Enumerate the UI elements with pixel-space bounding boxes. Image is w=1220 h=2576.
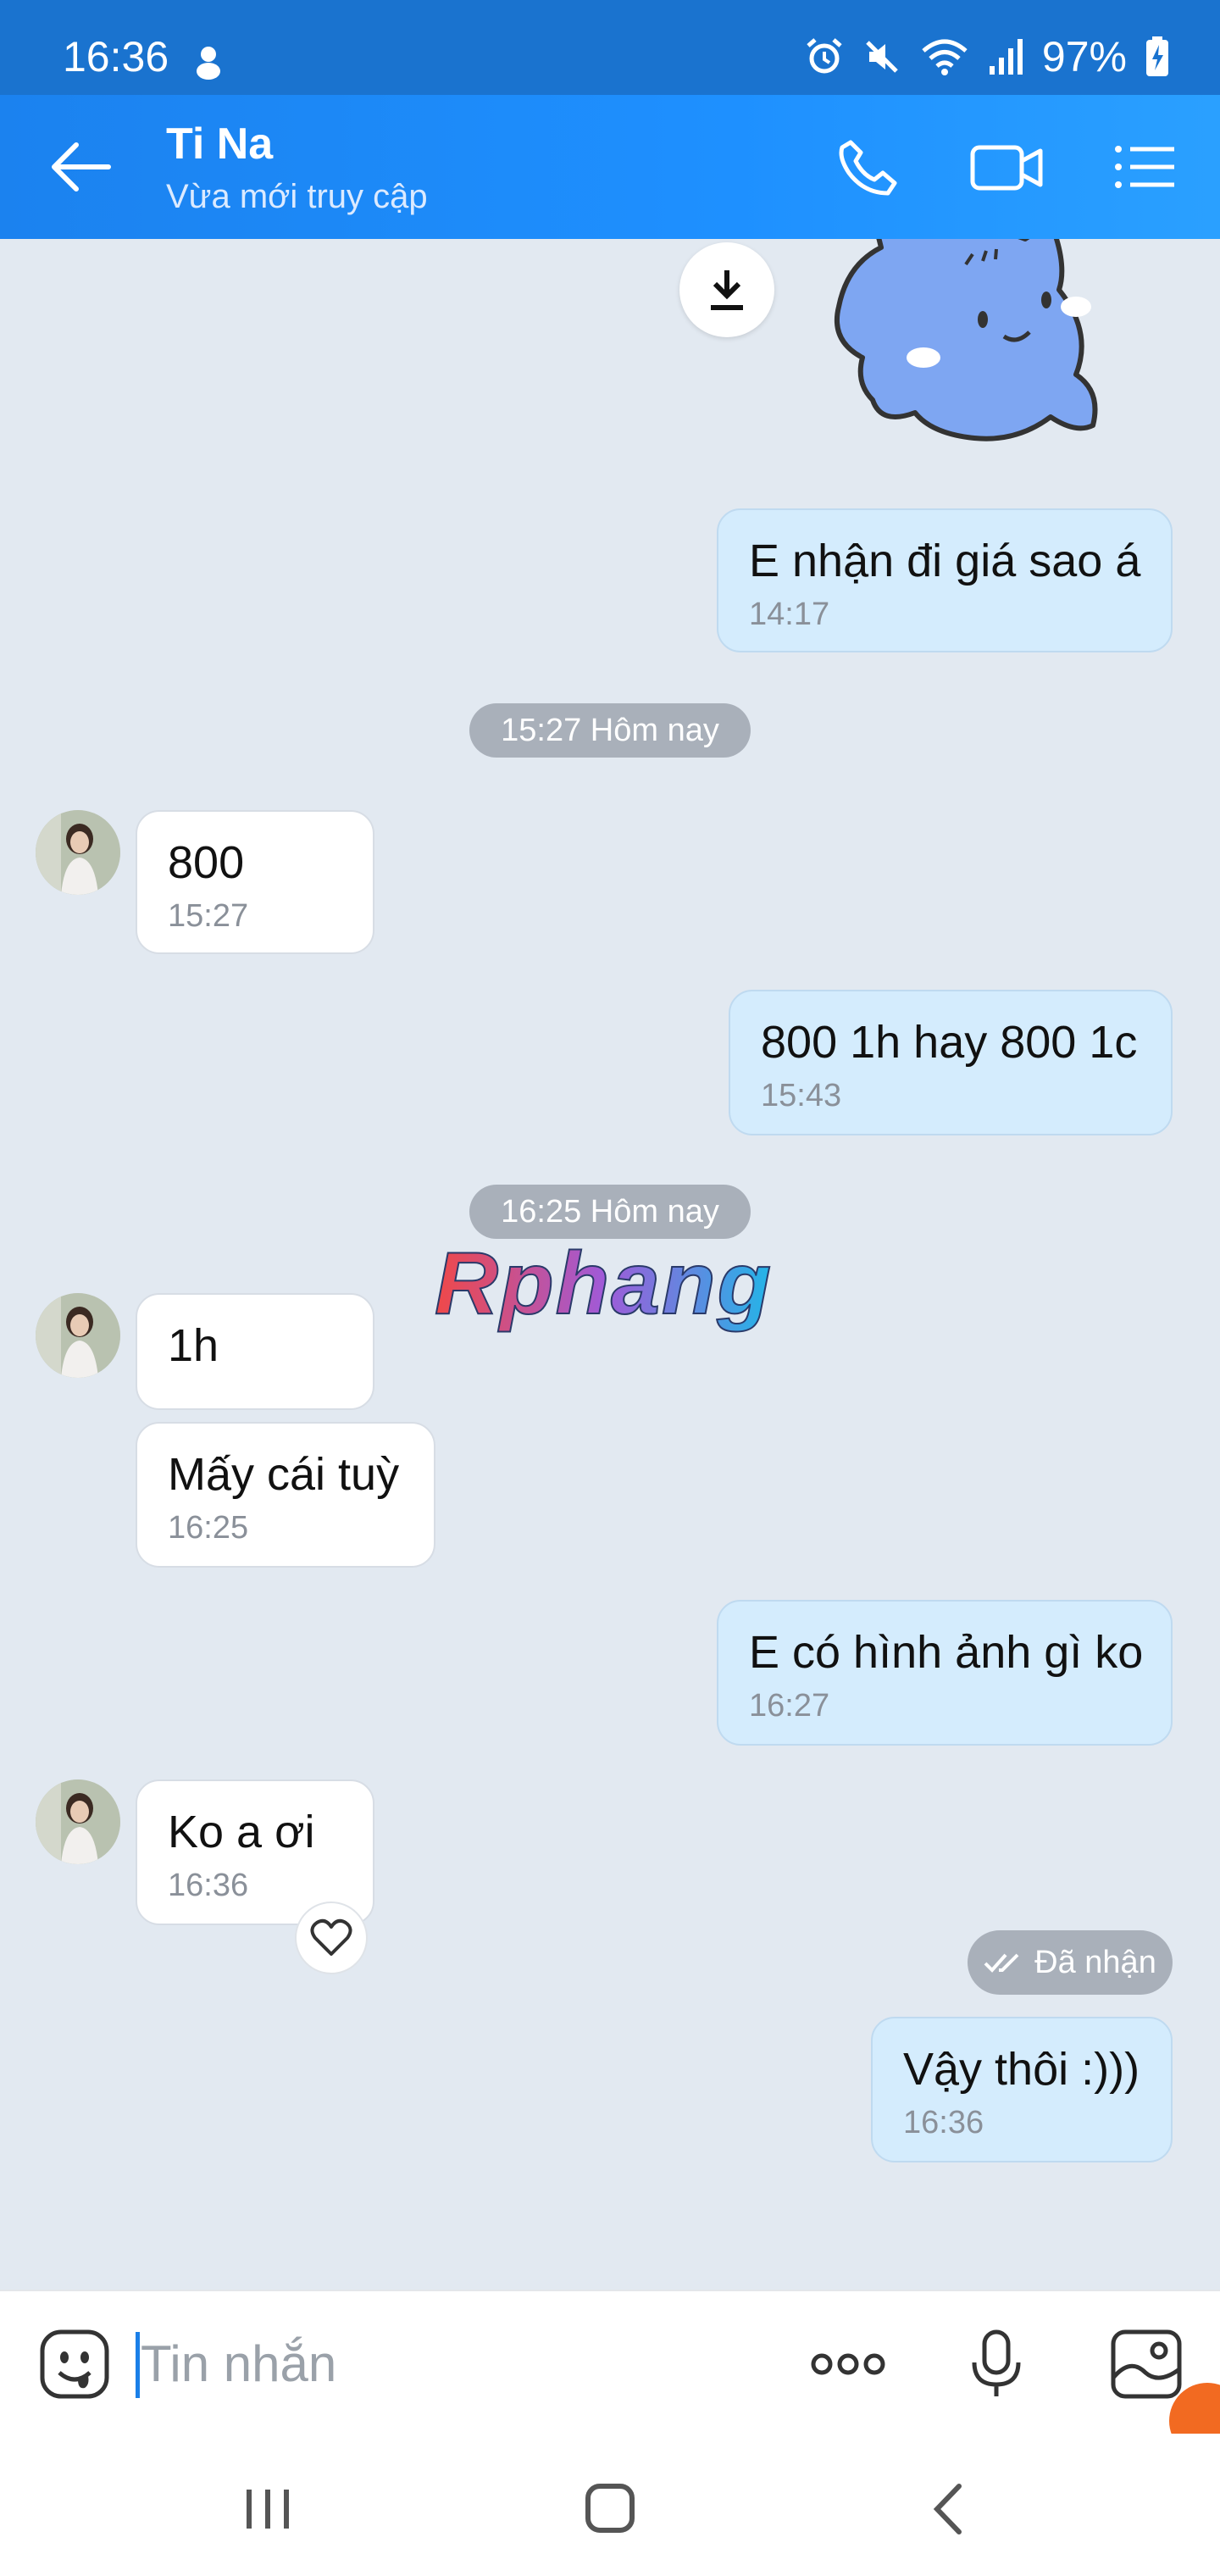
message-time: 14:17 bbox=[749, 597, 830, 632]
message-time: 16:27 bbox=[749, 1688, 830, 1724]
signal-icon bbox=[989, 39, 1023, 75]
contact-name[interactable]: Ti Na bbox=[166, 119, 273, 169]
message-bubble-received[interactable]: 800 15:27 bbox=[136, 810, 374, 954]
more-dots-icon[interactable] bbox=[810, 2329, 886, 2400]
composer-bar bbox=[0, 2290, 1220, 2434]
message-bubble-sent[interactable]: E nhận đi giá sao á 14:17 bbox=[717, 508, 1173, 652]
avatar[interactable] bbox=[36, 810, 120, 895]
message-bubble-sent[interactable]: Vậy thôi :))) 16:36 bbox=[871, 2017, 1173, 2162]
battery-percent: 97% bbox=[1041, 33, 1127, 80]
phone-icon[interactable] bbox=[830, 137, 907, 197]
contact-status: Vừa mới truy cập bbox=[166, 178, 428, 215]
message-time: 16:36 bbox=[168, 1868, 249, 1903]
mute-icon bbox=[866, 41, 898, 73]
delivery-status-badge: Đã nhận bbox=[968, 1930, 1173, 1995]
watermark-logo: Rphang bbox=[428, 1234, 801, 1361]
avatar[interactable] bbox=[36, 1779, 120, 1864]
text-caret bbox=[136, 2332, 140, 2398]
emoji-icon[interactable] bbox=[39, 2329, 110, 2400]
reaction-button[interactable] bbox=[295, 1901, 368, 1974]
message-text: 800 1h hay 800 1c bbox=[761, 1017, 1138, 1068]
cat-sticker[interactable] bbox=[822, 239, 1152, 451]
watermark-logo-graphic: Rphang bbox=[434, 1234, 773, 1334]
message-text: 800 bbox=[168, 837, 245, 888]
message-text: E nhận đi giá sao á bbox=[749, 536, 1141, 586]
back-button[interactable] bbox=[47, 137, 115, 197]
recent-apps-icon[interactable] bbox=[234, 2479, 302, 2539]
message-bubble-received[interactable]: Mấy cái tuỳ 16:25 bbox=[136, 1422, 435, 1568]
message-time: 15:43 bbox=[761, 1078, 842, 1113]
status-time: 16:36 bbox=[63, 33, 169, 80]
avatar-image bbox=[36, 810, 120, 895]
download-button[interactable] bbox=[679, 242, 774, 337]
double-check-icon bbox=[984, 1953, 1019, 1973]
microphone-icon[interactable] bbox=[961, 2329, 1032, 2400]
image-icon[interactable] bbox=[1110, 2329, 1183, 2400]
notification-icon bbox=[197, 47, 220, 80]
download-icon bbox=[711, 270, 743, 310]
message-time: 16:25 bbox=[168, 1510, 249, 1546]
date-separator: 16:25 Hôm nay bbox=[469, 1185, 751, 1239]
avatar-image bbox=[36, 1779, 120, 1864]
svg-text:Rphang: Rphang bbox=[435, 1235, 773, 1333]
delivery-status-text: Đã nhận bbox=[1034, 1944, 1156, 1980]
wifi-icon bbox=[922, 39, 968, 75]
message-bubble-sent[interactable]: 800 1h hay 800 1c 15:43 bbox=[729, 990, 1173, 1135]
alarm-icon bbox=[807, 38, 842, 74]
battery-icon bbox=[1146, 36, 1168, 76]
message-time: 15:27 bbox=[168, 898, 249, 934]
list-menu-icon[interactable] bbox=[1112, 137, 1179, 197]
message-text: Vậy thôi :))) bbox=[903, 2044, 1140, 2095]
chat-header: Ti Na Vừa mới truy cập bbox=[0, 95, 1220, 239]
message-text: 1h bbox=[168, 1320, 219, 1371]
date-separator: 15:27 Hôm nay bbox=[469, 703, 751, 758]
system-nav-bar bbox=[0, 2434, 1220, 2576]
message-bubble-received[interactable]: 1h bbox=[136, 1293, 374, 1410]
status-icons: 97% bbox=[805, 32, 1169, 81]
message-text: Ko a ơi bbox=[168, 1807, 315, 1857]
home-icon[interactable] bbox=[576, 2479, 644, 2539]
nav-back-icon[interactable] bbox=[917, 2479, 984, 2539]
heart-icon bbox=[310, 1918, 352, 1956]
message-bubble-sent[interactable]: E có hình ảnh gì ko 16:27 bbox=[717, 1600, 1173, 1746]
message-input[interactable] bbox=[141, 2325, 734, 2401]
status-bar: 16:36 97% bbox=[0, 0, 1220, 95]
message-time: 16:36 bbox=[903, 2105, 984, 2140]
message-text: Mấy cái tuỳ bbox=[168, 1449, 400, 1500]
video-camera-icon[interactable] bbox=[969, 137, 1045, 197]
message-text: E có hình ảnh gì ko bbox=[749, 1627, 1144, 1678]
avatar[interactable] bbox=[36, 1293, 120, 1378]
avatar-image bbox=[36, 1293, 120, 1378]
